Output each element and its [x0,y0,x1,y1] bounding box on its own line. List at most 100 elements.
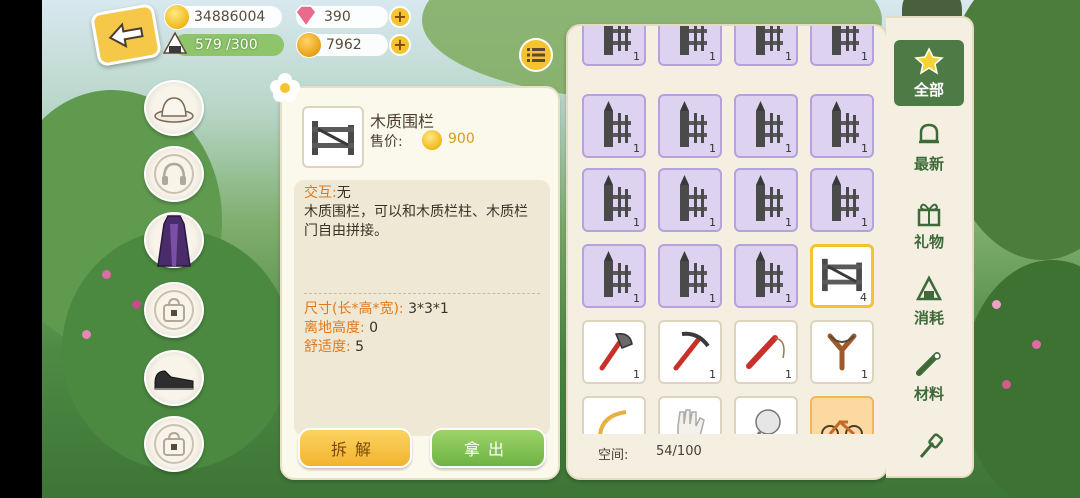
outfit-icon [157,215,191,267]
bicycle-icon [820,406,864,434]
tab-label: 消耗 [913,308,944,327]
inventory-slot[interactable] [810,396,874,434]
inventory-slot[interactable]: 1 [734,26,798,66]
inventory-slot[interactable]: 1 [734,168,798,232]
token-icon [296,32,322,58]
inventory-panel: 1 1 1 1 1 1 1 1 1 1 1 1 1 1 1 4 1 1 1 1 空间: 54/100 [566,24,888,480]
back-button[interactable] [89,2,163,68]
tab-礼物[interactable]: 礼物 [894,192,964,258]
inventory-slot[interactable]: 1 [810,168,874,232]
tab-最新[interactable]: 最新 [894,114,964,180]
slot-count: 1 [633,216,640,229]
item-thumbnail [302,106,364,168]
inventory-slot[interactable]: 1 [810,320,874,384]
tab-材料[interactable]: 材料 [894,344,964,410]
equip-shoes-slot[interactable] [144,350,204,406]
shoes-icon [154,370,194,390]
equip-bag-slot-1[interactable] [144,282,204,338]
slot-count: 1 [861,50,868,63]
tab-label: 最新 [913,154,944,173]
stat-size: 尺寸(长*高*宽): 3*3*1 [304,301,449,317]
flower-decoration-icon [270,73,300,102]
coin-icon [422,130,442,150]
slot-count: 1 [709,142,716,155]
take-out-button[interactable]: 拿出 [430,428,546,468]
inventory-slot[interactable]: 1 [810,26,874,66]
add-tokens-button[interactable]: + [389,34,411,56]
inventory-slot[interactable]: 1 [658,168,722,232]
inventory-slot[interactable]: 1 [658,244,722,308]
gem-icon [295,5,317,28]
divider [304,293,540,294]
hat-icon [154,97,194,123]
inventory-slot[interactable]: 1 [658,320,722,384]
tab-label: 材料 [913,384,944,403]
inventory-slot[interactable]: 1 [810,94,874,158]
inventory-slot[interactable] [582,396,646,434]
gem-value: 390 [324,9,351,25]
tab-tools[interactable] [894,416,964,482]
shovel-icon [915,433,944,465]
fence-post-icon [670,249,710,303]
inventory-slot[interactable]: 4 [810,244,874,308]
slot-count: 1 [633,50,640,63]
item-name: 木质围栏 [370,112,435,131]
locked-bag-icon [163,431,185,456]
slot-count: 1 [861,216,868,229]
inventory-slot[interactable]: 1 [582,94,646,158]
gem-counter: 390 [295,5,388,28]
item-stats: 尺寸(长*高*宽): 3*3*1 离地高度: 0 舒适度: 5 [304,300,449,357]
inventory-slot[interactable]: 1 [658,26,722,66]
stat-height: 离地高度: 0 [304,320,379,336]
fence-post-icon [670,26,710,61]
tab-全部[interactable]: 全部 [894,40,964,106]
equip-outfit-slot[interactable] [144,212,204,268]
glove-icon [670,406,710,434]
slot-count: 1 [785,368,792,381]
fence-post-icon [670,99,710,153]
disassemble-button[interactable]: 拆解 [298,428,412,468]
wood-icon [915,351,943,383]
slot-count: 4 [860,291,867,304]
riceball-icon [915,274,943,307]
fence-post-icon [746,249,786,303]
slot-count: 1 [633,292,640,305]
tab-消耗[interactable]: 消耗 [894,268,964,334]
list-menu-button[interactable] [519,38,553,72]
inventory-slot[interactable]: 1 [582,244,646,308]
inventory-slot[interactable]: 1 [734,244,798,308]
inventory-slot[interactable]: 1 [734,94,798,158]
slot-count: 1 [633,142,640,155]
item-detail-panel: 木质围栏 售价: 900 交互:无 木质围栏，可以和木质栏柱、木质栏门自由拼接。… [280,86,560,480]
equip-headphones-slot[interactable] [144,146,204,202]
inventory-slot[interactable]: 1 [658,94,722,158]
back-arrow-icon [108,22,144,49]
bug-net-icon [746,406,786,434]
interaction-label: 交互: [304,185,337,201]
description-text: 木质围栏，可以和木质栏柱、木质栏门自由拼接。 [304,204,528,239]
tab-label: 全部 [913,80,944,99]
inventory-slot[interactable] [734,396,798,434]
inventory-slot[interactable]: 1 [734,320,798,384]
fence-post-icon [746,26,786,61]
stat-comfort: 舒适度: 5 [304,339,365,355]
wooden-fence-icon [818,255,866,297]
stamina-value: 579 /300 [195,37,258,53]
wooden-fence-icon [312,121,354,155]
slot-count: 1 [785,292,792,305]
inventory-slot[interactable] [658,396,722,434]
token-counter: 7962 [296,32,388,58]
equip-bag-slot-2[interactable] [144,416,204,472]
space-value: 54/100 [656,444,702,459]
equip-hat-slot[interactable] [144,80,204,136]
inventory-slot[interactable]: 1 [582,320,646,384]
inventory-slot[interactable]: 1 [582,168,646,232]
inventory-grid[interactable]: 1 1 1 1 1 1 1 1 1 1 1 1 1 1 1 4 1 1 1 1 [568,26,886,434]
category-tabs: 全部最新礼物消耗材料 [886,16,974,478]
fence-post-icon [594,99,634,153]
fence-post-icon [746,99,786,153]
slot-count: 1 [861,368,868,381]
add-gems-button[interactable]: + [389,6,411,28]
inventory-slot[interactable]: 1 [582,26,646,66]
gift-icon [915,199,943,231]
